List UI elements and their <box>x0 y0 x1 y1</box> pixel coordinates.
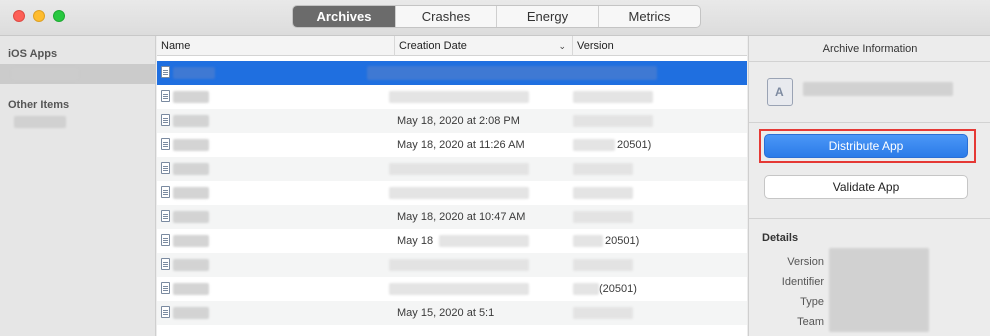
redacted-details <box>829 248 929 332</box>
redacted-date <box>439 235 529 247</box>
inspector-title: Archive Information <box>749 36 990 62</box>
archive-inspector: Archive Information Distribute App Valid… <box>748 36 990 336</box>
table-row[interactable]: May 18 20501) <box>157 229 747 253</box>
sidebar: iOS Apps Other Items <box>0 36 156 336</box>
table-row[interactable]: May 18, 2020 at 11:26 AM 20501) <box>157 133 747 157</box>
redacted-version <box>573 139 615 151</box>
minimize-window-button[interactable] <box>33 10 45 22</box>
redacted-version <box>573 187 633 199</box>
redacted-version <box>573 259 633 271</box>
zoom-window-button[interactable] <box>53 10 65 22</box>
redacted-archive-name <box>803 82 953 96</box>
redacted-version <box>573 307 633 319</box>
divider <box>749 218 990 219</box>
version-cell: 20501) <box>617 139 652 151</box>
archive-icon <box>161 138 170 150</box>
table-row[interactable] <box>157 157 747 181</box>
redacted-version <box>573 235 603 247</box>
validate-app-button[interactable]: Validate App <box>764 175 968 199</box>
redacted-version <box>573 163 633 175</box>
column-header-name[interactable]: Name <box>157 36 395 56</box>
redacted-name <box>173 211 209 223</box>
table-row[interactable] <box>157 253 747 277</box>
creation-date-cell: May 18 <box>397 235 434 247</box>
column-header-creation-date[interactable]: Creation Date ⌄ <box>395 36 573 56</box>
archive-icon <box>161 282 170 294</box>
sidebar-header-ios-apps: iOS Apps <box>8 48 58 60</box>
column-header-version[interactable]: Version <box>573 36 747 56</box>
version-cell: (20501) <box>599 283 637 295</box>
table-row[interactable] <box>157 181 747 205</box>
redacted-date <box>389 187 529 199</box>
archive-icon <box>161 114 170 126</box>
creation-date-cell: May 15, 2020 at 5:1 <box>397 307 495 319</box>
redacted-name <box>173 115 209 127</box>
app-archive-icon <box>767 78 793 106</box>
sidebar-header-other-items: Other Items <box>8 99 70 111</box>
redacted-date <box>389 91 529 103</box>
column-header-creation-date-label: Creation Date <box>399 40 467 52</box>
table-row[interactable] <box>157 61 747 85</box>
table-row[interactable]: May 18, 2020 at 10:47 AM <box>157 205 747 229</box>
redacted-name <box>173 163 209 175</box>
distribute-app-button[interactable]: Distribute App <box>764 134 968 158</box>
tab-metrics[interactable]: Metrics <box>599 6 700 27</box>
detail-label-identifier: Identifier <box>781 276 824 288</box>
detail-label-team: Team <box>797 316 824 328</box>
table-row[interactable]: May 15, 2020 at 5:1 <box>157 301 747 325</box>
redacted-version <box>573 91 653 103</box>
creation-date-cell: May 18, 2020 at 11:26 AM <box>397 139 525 151</box>
detail-label-type: Type <box>800 296 824 308</box>
redacted-name <box>173 91 209 103</box>
details-header: Details <box>762 232 799 244</box>
archive-icon <box>161 234 170 246</box>
chevron-down-icon: ⌄ <box>558 41 566 51</box>
redacted-name <box>173 67 215 79</box>
table-header: Name Creation Date ⌄ Version <box>157 36 747 56</box>
archive-icon <box>161 306 170 318</box>
archive-icon <box>161 186 170 198</box>
redacted-details <box>367 66 657 80</box>
redacted-version <box>573 283 599 295</box>
archive-icon <box>161 90 170 102</box>
redacted-version <box>573 211 633 223</box>
redacted-date <box>389 283 529 295</box>
archive-icon <box>161 258 170 270</box>
table-row[interactable]: May 18, 2020 at 2:08 PM <box>157 109 747 133</box>
tab-energy[interactable]: Energy <box>497 6 599 27</box>
redacted-name <box>173 259 209 271</box>
archives-table: Name Creation Date ⌄ Version May 18, 202… <box>157 36 747 336</box>
redacted-name <box>173 139 209 151</box>
tab-archives[interactable]: Archives <box>293 6 396 27</box>
version-cell: 20501) <box>605 235 640 247</box>
sidebar-item-selected[interactable] <box>0 64 156 84</box>
redacted-name <box>173 235 209 247</box>
organizer-tab-control: Archives Crashes Energy Metrics <box>292 5 701 28</box>
redacted-name <box>173 283 209 295</box>
creation-date-cell: May 18, 2020 at 2:08 PM <box>397 115 520 127</box>
archive-icon <box>161 210 170 222</box>
creation-date-cell: May 18, 2020 at 10:47 AM <box>397 211 526 223</box>
detail-label-version: Version <box>787 256 824 268</box>
redacted-version <box>573 115 653 127</box>
table-row[interactable]: (20501) <box>157 277 747 301</box>
redacted-date <box>389 163 529 175</box>
table-row[interactable] <box>157 85 747 109</box>
redacted-item-name <box>14 116 66 128</box>
redacted-name <box>173 187 209 199</box>
divider <box>749 122 990 123</box>
redacted-date <box>389 259 529 271</box>
archive-icon <box>161 162 170 174</box>
archive-icon <box>161 66 170 78</box>
toolbar: Archives Crashes Energy Metrics <box>0 0 990 36</box>
redacted-app-name <box>12 68 78 80</box>
redacted-name <box>173 307 209 319</box>
close-window-button[interactable] <box>13 10 25 22</box>
tab-crashes[interactable]: Crashes <box>396 6 497 27</box>
